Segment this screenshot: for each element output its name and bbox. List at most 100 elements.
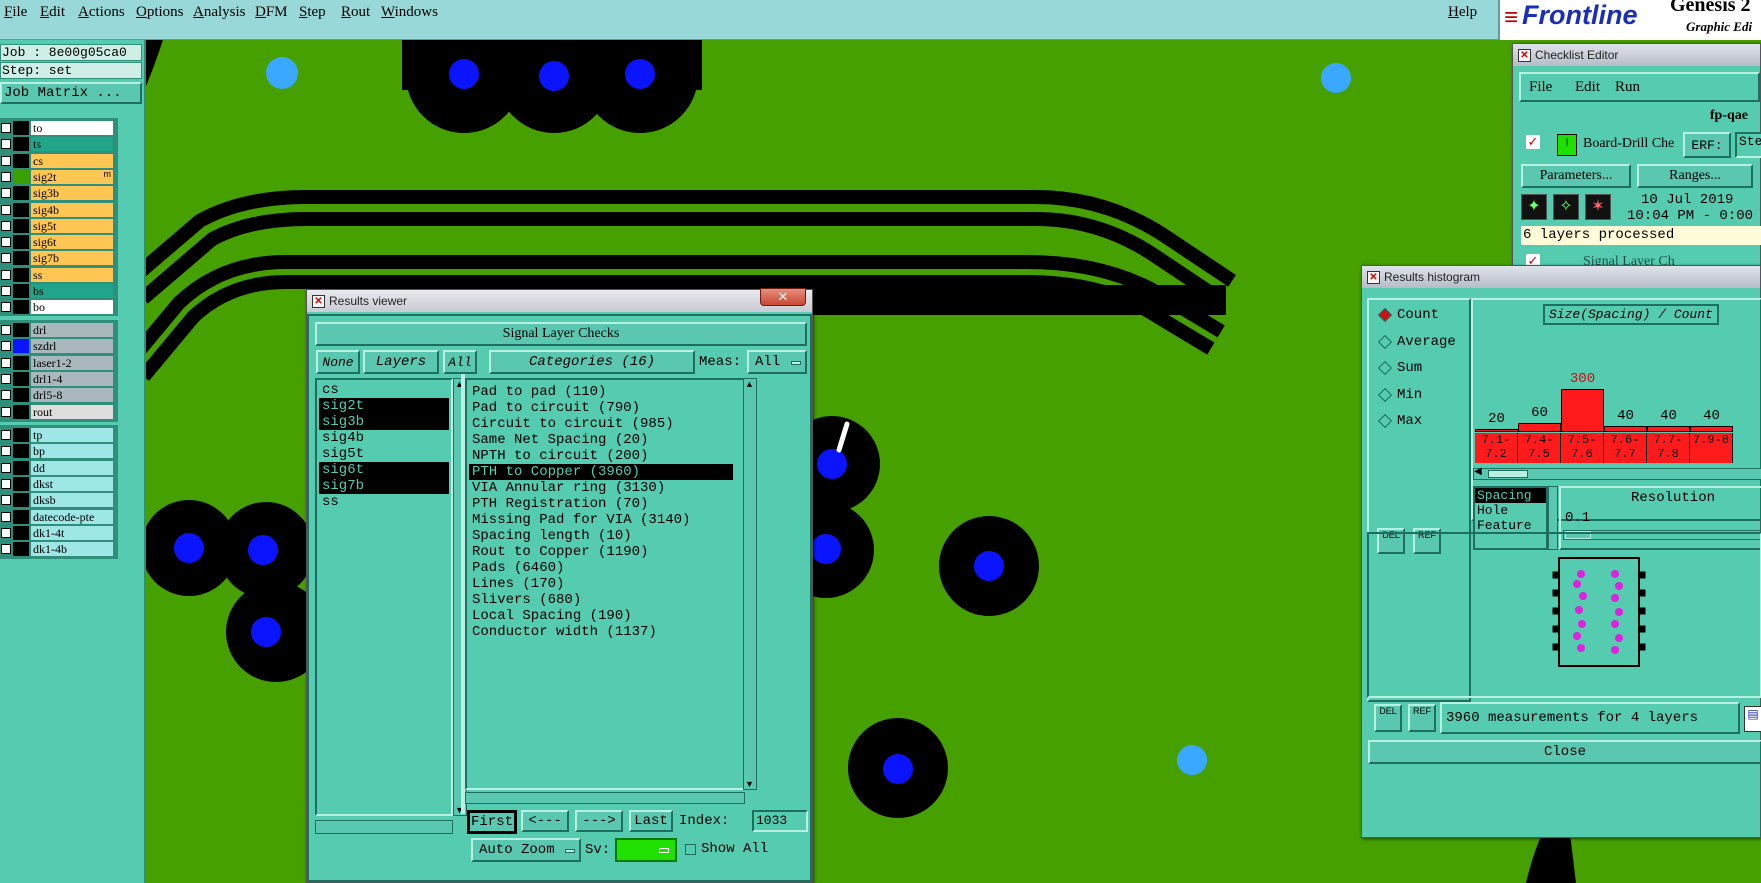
layer-row-sig5t[interactable]: sig5t: [0, 217, 115, 234]
category-list-item[interactable]: Missing Pad for VIA (3140): [469, 512, 733, 528]
layer-name[interactable]: sig4b: [30, 201, 114, 218]
category-list-item[interactable]: Circuit to circuit (985): [469, 416, 733, 432]
layers-header-button[interactable]: Layers: [363, 350, 439, 374]
meas-dropdown[interactable]: All: [747, 350, 807, 374]
layer-color-swatch[interactable]: [13, 121, 29, 135]
layer-name[interactable]: sig6t: [30, 234, 114, 251]
scroll-left-icon[interactable]: ◀: [1474, 466, 1482, 477]
scroll-down-icon[interactable]: ▼: [745, 779, 754, 789]
layer-name[interactable]: sig5t: [30, 217, 114, 234]
layer-checkbox[interactable]: [1, 253, 11, 264]
layer-checkbox[interactable]: [1, 406, 11, 417]
erf-button[interactable]: ERF:: [1683, 132, 1731, 158]
prev-button[interactable]: <---: [521, 810, 569, 832]
layer-name[interactable]: bo: [30, 299, 114, 316]
layer-row-sig4b[interactable]: sig4b: [0, 201, 115, 218]
scroll-thumb[interactable]: [1488, 470, 1528, 478]
layer-name[interactable]: cs: [30, 152, 114, 169]
run-all-icon[interactable]: ✧: [1553, 194, 1579, 220]
categories-listbox[interactable]: Pad to pad (110) Pad to circuit (790) Circ…: [465, 378, 745, 790]
menu-actions[interactable]: Actions: [78, 4, 125, 21]
histogram-bar[interactable]: [1518, 423, 1561, 432]
layer-row-dksb[interactable]: dksb: [0, 492, 115, 509]
layer-color-swatch[interactable]: [13, 542, 29, 557]
layer-checkbox[interactable]: [1, 462, 11, 473]
histogram-category-label[interactable]: 7.1-7.2: [1475, 433, 1518, 463]
ranges-button[interactable]: Ranges...: [1637, 164, 1753, 188]
menu-options[interactable]: Options: [136, 4, 184, 21]
layer-name[interactable]: dkst: [30, 475, 114, 492]
layer-color-swatch[interactable]: [13, 371, 29, 386]
layer-color-swatch[interactable]: [13, 388, 29, 403]
layer-color-swatch[interactable]: [13, 460, 29, 475]
layer-checkbox[interactable]: [1, 478, 11, 489]
layer-list-item[interactable]: sig2t: [319, 398, 449, 414]
layer-checkbox[interactable]: [1, 325, 11, 335]
layer-name[interactable]: bs: [30, 283, 114, 299]
layer-color-swatch[interactable]: [13, 218, 29, 233]
layer-color-swatch[interactable]: [13, 493, 29, 508]
erf-value[interactable]: Ste: [1735, 132, 1761, 158]
histogram-bar[interactable]: [1647, 426, 1690, 432]
layer-name[interactable]: dd: [30, 459, 114, 476]
layer-name[interactable]: sig3b: [30, 185, 114, 202]
layer-list-item[interactable]: sig3b: [319, 414, 449, 430]
check-enabled-icon[interactable]: ✓: [1526, 135, 1540, 149]
histogram-category-label[interactable]: 7.6-7.7: [1604, 433, 1647, 463]
next-button[interactable]: --->: [575, 810, 623, 832]
category-list-item[interactable]: Rout to Copper (1190): [469, 544, 733, 560]
mode-radio-max[interactable]: Max: [1377, 410, 1422, 432]
layer-name[interactable]: dksb: [30, 492, 114, 509]
layer-row-cs[interactable]: cs: [0, 152, 115, 169]
layer-row-dk1-4b[interactable]: dk1-4b: [0, 541, 115, 558]
layer-color-swatch[interactable]: [13, 153, 29, 168]
stop-check-icon[interactable]: ✶: [1585, 194, 1611, 220]
histogram-bar[interactable]: [1690, 426, 1733, 432]
layer-name[interactable]: sig2t: [30, 168, 114, 185]
layer-color-swatch[interactable]: [13, 339, 29, 354]
layer-checkbox[interactable]: [1, 341, 11, 352]
layer-row-drl[interactable]: drl: [0, 322, 115, 338]
category-list-item[interactable]: Same Net Spacing (20): [469, 432, 733, 448]
layer-row-laser1-2[interactable]: laser1-2: [0, 354, 115, 371]
layer-name[interactable]: dk1-4t: [30, 524, 114, 541]
layer-checkbox[interactable]: [1, 302, 11, 313]
preview-del-button[interactable]: DEL: [1374, 704, 1402, 732]
mode-radio-count[interactable]: Count: [1377, 304, 1439, 326]
layer-name[interactable]: ts: [30, 136, 114, 153]
close-icon[interactable]: ✕: [760, 288, 806, 306]
layer-color-swatch[interactable]: [13, 137, 29, 152]
type-hole[interactable]: Hole: [1475, 503, 1546, 518]
category-list-item[interactable]: Conductor width (1137): [469, 624, 733, 640]
layer-name[interactable]: bp: [30, 443, 114, 460]
last-button[interactable]: Last: [629, 810, 673, 832]
menu-windows[interactable]: Windows: [381, 4, 438, 21]
layer-name[interactable]: tp: [30, 427, 114, 443]
layer-checkbox[interactable]: [1, 220, 11, 231]
layer-name[interactable]: ss: [30, 266, 114, 283]
run-check-icon[interactable]: ✦: [1521, 194, 1547, 220]
job-matrix-button[interactable]: Job Matrix ...: [0, 82, 142, 104]
layer-row-bs[interactable]: bs: [0, 283, 115, 299]
category-list-item[interactable]: Pad to circuit (790): [469, 400, 733, 416]
layer-list-item[interactable]: sig4b: [319, 430, 449, 446]
checklist-menu-file[interactable]: File: [1529, 79, 1552, 96]
category-list-item[interactable]: Lines (170): [469, 576, 733, 592]
layer-row-drl5-8[interactable]: drl5-8: [0, 387, 115, 404]
layer-checkbox[interactable]: [1, 373, 11, 384]
layer-checkbox[interactable]: [1, 171, 11, 182]
layer-color-swatch[interactable]: [13, 355, 29, 370]
layer-checkbox[interactable]: [1, 511, 11, 522]
layer-row-sig7b[interactable]: sig7b: [0, 250, 115, 267]
category-list-item[interactable]: VIA Annular ring (3130): [469, 480, 733, 496]
layer-color-swatch[interactable]: [13, 404, 29, 419]
layer-checkbox[interactable]: [1, 188, 11, 199]
layer-name[interactable]: drl1-4: [30, 370, 114, 387]
layer-row-drl1-4[interactable]: drl1-4: [0, 370, 115, 387]
layer-row-bo[interactable]: bo: [0, 299, 115, 316]
category-list-item[interactable]: PTH to Copper (3960): [469, 464, 733, 480]
layer-row-datecode-pte[interactable]: datecode-pte: [0, 508, 115, 525]
layer-checkbox[interactable]: [1, 123, 11, 133]
category-list-item[interactable]: Pads (6460): [469, 560, 733, 576]
scroll-up-icon[interactable]: ▲: [745, 379, 754, 389]
